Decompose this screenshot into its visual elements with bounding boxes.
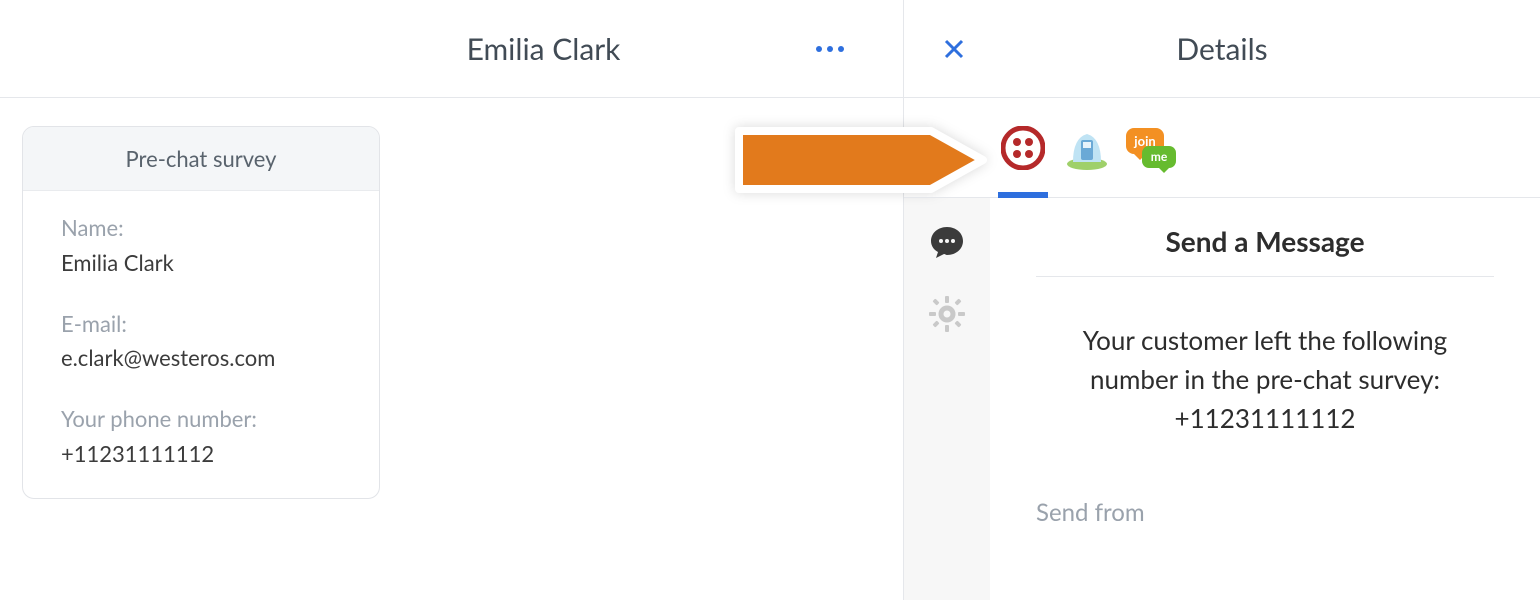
integration-sidebar xyxy=(904,198,990,600)
integration-tab-fullcontact[interactable] xyxy=(1062,123,1112,173)
close-details-button[interactable] xyxy=(934,29,974,69)
survey-email-value: e.clark@westeros.com xyxy=(61,343,341,374)
twilio-icon xyxy=(1001,126,1045,170)
send-from-label: Send from xyxy=(1036,498,1494,527)
prechat-survey-card: Pre-chat survey Name: Emilia Clark E-mai… xyxy=(22,126,380,499)
survey-email-label: E-mail: xyxy=(61,309,341,340)
details-title: Details xyxy=(974,31,1470,67)
integration-tab-joinme[interactable]: join me xyxy=(1126,123,1176,173)
send-message-title: Send a Message xyxy=(1036,224,1494,277)
close-icon xyxy=(942,37,966,61)
messages-tab-button[interactable] xyxy=(925,220,969,264)
more-actions-button[interactable] xyxy=(807,26,853,72)
joinme-icon: join me xyxy=(1126,126,1176,170)
fullcontact-icon xyxy=(1065,126,1109,170)
joinme-icon-bottom: me xyxy=(1142,146,1176,168)
integration-tab-twilio[interactable] xyxy=(998,123,1048,173)
survey-phone-label: Your phone number: xyxy=(61,404,341,435)
integrations-tabbar: join me xyxy=(904,98,1540,198)
survey-name-value: Emilia Clark xyxy=(61,248,341,279)
conversation-title: Emilia Clark xyxy=(300,31,787,67)
survey-field-name: Name: Emilia Clark xyxy=(61,213,341,279)
more-icon xyxy=(816,46,844,52)
survey-field-phone: Your phone number: +11231111112 xyxy=(61,404,341,470)
settings-tab-button[interactable] xyxy=(925,292,969,336)
survey-phone-value: +11231111112 xyxy=(61,439,341,470)
customer-number-text: Your customer left the following number … xyxy=(1046,321,1484,438)
prechat-survey-title: Pre-chat survey xyxy=(23,127,379,191)
gear-icon xyxy=(928,295,966,333)
chat-bubble-icon xyxy=(928,223,966,261)
survey-name-label: Name: xyxy=(61,213,341,244)
survey-field-email: E-mail: e.clark@westeros.com xyxy=(61,309,341,375)
